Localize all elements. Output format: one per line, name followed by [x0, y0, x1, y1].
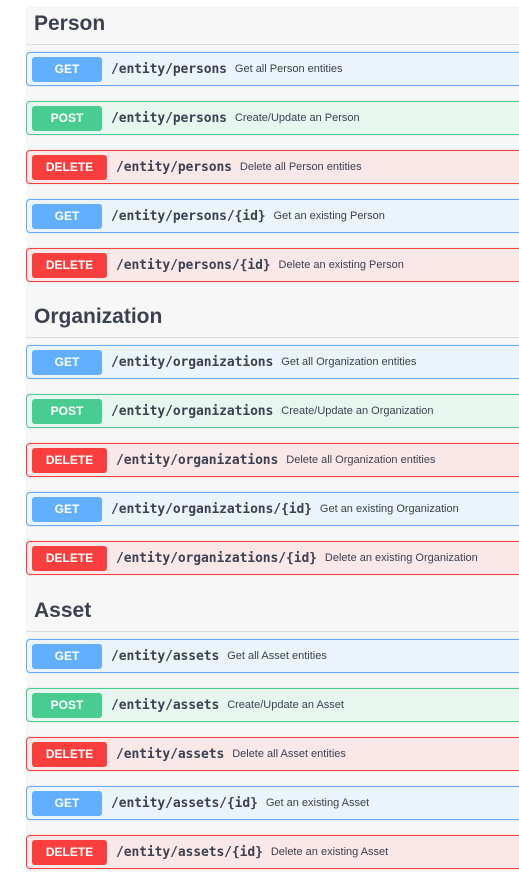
method-badge: GET	[32, 790, 102, 816]
operation-post-assets[interactable]: POST /entity/assets Create/Update an Ass…	[26, 688, 519, 722]
operation-get-asset-by-id[interactable]: GET /entity/assets/{id} Get an existing …	[26, 786, 519, 820]
operation-path: /entity/organizations/{id}	[116, 550, 317, 566]
operation-path: /entity/persons/{id}	[111, 208, 266, 224]
operation-path: /entity/organizations/{id}	[111, 501, 312, 517]
method-badge: GET	[32, 203, 102, 229]
operation-delete-persons[interactable]: DELETE /entity/persons Delete all Person…	[26, 150, 519, 184]
method-badge: DELETE	[32, 447, 107, 473]
operation-path: /entity/organizations	[111, 403, 274, 419]
operation-post-organizations[interactable]: POST /entity/organizations Create/Update…	[26, 394, 519, 428]
operation-summary: Create/Update an Organization	[281, 405, 434, 417]
operation-summary: Get an existing Asset	[265, 797, 370, 809]
method-badge: DELETE	[32, 545, 107, 571]
section-divider	[26, 44, 519, 45]
section-divider	[26, 631, 519, 632]
operation-delete-person-by-id[interactable]: DELETE /entity/persons/{id} Delete an ex…	[26, 248, 519, 282]
operation-summary: Get all Asset entities	[227, 650, 327, 662]
operation-path: /entity/assets	[111, 697, 220, 713]
method-badge: GET	[32, 56, 102, 82]
section-title[interactable]: Organization	[34, 299, 162, 335]
operation-path: /entity/persons	[111, 61, 227, 77]
operation-get-assets[interactable]: GET /entity/assets Get all Asset entitie…	[26, 639, 519, 673]
method-badge: GET	[32, 349, 102, 375]
operation-get-organizations[interactable]: GET /entity/organizations Get all Organi…	[26, 345, 519, 379]
operation-summary: Delete all Asset entities	[232, 748, 346, 760]
operation-get-organization-by-id[interactable]: GET /entity/organizations/{id} Get an ex…	[26, 492, 519, 526]
section-title[interactable]: Person	[34, 6, 105, 42]
method-badge: GET	[32, 643, 102, 669]
operation-path: /entity/organizations	[116, 452, 279, 468]
method-badge: DELETE	[32, 252, 107, 278]
operation-summary: Get an existing Person	[273, 210, 385, 222]
operation-delete-organizations[interactable]: DELETE /entity/organizations Delete all …	[26, 443, 519, 477]
operation-summary: Delete an existing Asset	[270, 846, 389, 858]
operation-path: /entity/persons	[111, 110, 227, 126]
operation-path: /entity/persons/{id}	[116, 257, 271, 273]
api-operations-panel: Person GET /entity/persons Get all Perso…	[26, 6, 519, 872]
operation-summary: Create/Update an Person	[234, 112, 360, 124]
operation-summary: Delete an existing Person	[278, 259, 404, 271]
operation-path: /entity/organizations	[111, 354, 274, 370]
operation-path: /entity/assets	[116, 746, 225, 762]
operation-get-persons[interactable]: GET /entity/persons Get all Person entit…	[26, 52, 519, 86]
operation-summary: Create/Update an Asset	[227, 699, 344, 711]
operation-path: /entity/assets/{id}	[111, 795, 258, 811]
method-badge: DELETE	[32, 839, 107, 865]
section-title[interactable]: Asset	[34, 593, 91, 629]
operation-path: /entity/assets/{id}	[116, 844, 263, 860]
method-badge: DELETE	[32, 741, 107, 767]
operation-summary: Delete an existing Organization	[324, 552, 478, 564]
operation-summary: Get all Person entities	[234, 63, 343, 75]
method-badge: POST	[32, 105, 102, 131]
method-badge: GET	[32, 496, 102, 522]
operation-path: /entity/assets	[111, 648, 220, 664]
operation-delete-assets[interactable]: DELETE /entity/assets Delete all Asset e…	[26, 737, 519, 771]
operation-summary: Get all Organization entities	[281, 356, 417, 368]
operation-path: /entity/persons	[116, 159, 232, 175]
operation-summary: Get an existing Organization	[319, 503, 459, 515]
operation-get-person-by-id[interactable]: GET /entity/persons/{id} Get an existing…	[26, 199, 519, 233]
method-badge: POST	[32, 692, 102, 718]
operation-delete-asset-by-id[interactable]: DELETE /entity/assets/{id} Delete an exi…	[26, 835, 519, 869]
operation-post-persons[interactable]: POST /entity/persons Create/Update an Pe…	[26, 101, 519, 135]
operation-summary: Delete all Person entities	[239, 161, 362, 173]
method-badge: DELETE	[32, 154, 107, 180]
section-divider	[26, 337, 519, 338]
method-badge: POST	[32, 398, 102, 424]
operation-delete-organization-by-id[interactable]: DELETE /entity/organizations/{id} Delete…	[26, 541, 519, 575]
operation-summary: Delete all Organization entities	[286, 454, 436, 466]
